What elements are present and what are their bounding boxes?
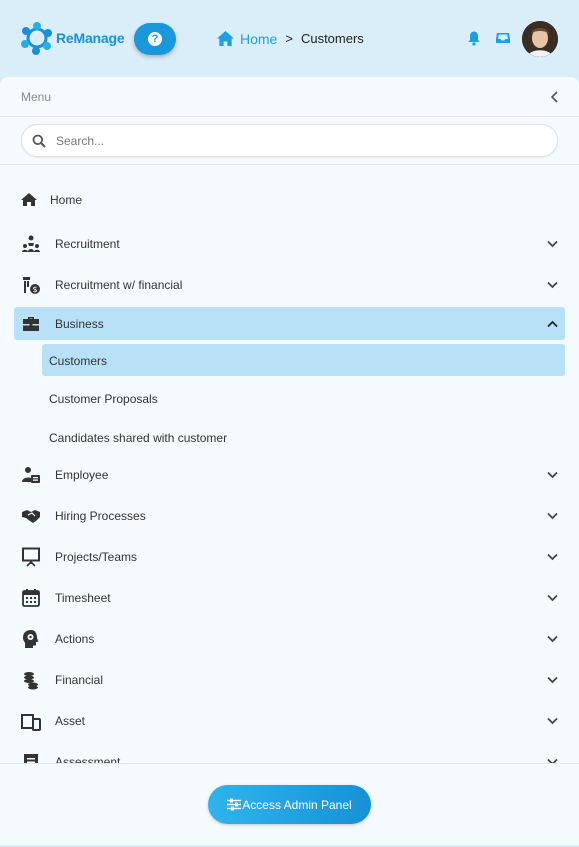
devices-icon	[21, 714, 41, 731]
chevron-down-icon	[547, 676, 558, 684]
sidebar-item-hiring-processes[interactable]: Hiring Processes	[0, 499, 579, 532]
sidebar-item-label: Actions	[55, 632, 95, 646]
presentation-icon	[22, 547, 40, 567]
sidebar-item-label: Hiring Processes	[55, 509, 146, 523]
coins-icon	[24, 672, 38, 690]
search-icon	[32, 134, 46, 148]
user-avatar[interactable]	[522, 21, 558, 57]
sidebar-item-actions[interactable]: Actions	[0, 622, 579, 655]
divider	[0, 763, 579, 764]
chevron-down-icon	[547, 717, 558, 725]
sidebar-item-recruitment-financial[interactable]: $ Recruitment w/ financial	[0, 268, 579, 301]
breadcrumb: Home > Customers	[216, 30, 364, 47]
sidebar-item-assessment[interactable]: Assessment	[0, 745, 579, 763]
sidebar-subitem-candidates-shared[interactable]: Candidates shared with customer	[42, 421, 565, 453]
avatar-image	[522, 21, 558, 57]
sidebar-item-label: Employee	[55, 468, 109, 482]
logo-text: ReManage	[56, 30, 125, 46]
sidebar-item-label: Assessment	[55, 755, 121, 763]
chevron-down-icon	[547, 635, 558, 643]
sidebar-item-label: Asset	[55, 714, 86, 728]
breadcrumb-separator: >	[285, 31, 293, 46]
chevron-down-icon	[547, 512, 558, 520]
search-input[interactable]	[56, 125, 546, 156]
chevron-down-icon	[547, 471, 558, 479]
menu-title: Menu	[21, 90, 52, 104]
employee-icon	[22, 467, 40, 483]
home-icon	[21, 193, 37, 206]
chevron-down-icon	[547, 594, 558, 602]
sidebar-subitem-customers[interactable]: Customers	[42, 344, 565, 376]
sidebar-subitem-label: Customers	[49, 354, 108, 368]
sidebar-subitem-label: Customer Proposals	[49, 392, 158, 406]
help-icon: ?	[148, 32, 162, 46]
search-box	[21, 124, 558, 157]
menu-header: Menu	[0, 77, 579, 117]
svg-text:$: $	[32, 285, 37, 294]
sidebar-item-business[interactable]: Business	[14, 307, 565, 340]
sidebar-item-label: Recruitment	[55, 237, 120, 251]
help-button[interactable]: ?	[134, 23, 176, 55]
sidebar-item-label: Projects/Teams	[55, 550, 138, 564]
inbox-icon[interactable]	[495, 30, 511, 46]
recruitment-financial-icon: $	[23, 277, 40, 294]
menu-list: Home Recruitment $ Recruitment w/ financ…	[0, 165, 579, 763]
sidebar-panel: Menu Home Recruit	[0, 77, 579, 845]
sidebar-subitem-label: Candidates shared with customer	[49, 431, 228, 445]
recruitment-icon	[22, 235, 40, 252]
breadcrumb-current: Customers	[300, 31, 364, 46]
assessment-icon	[24, 754, 38, 763]
chevron-down-icon	[547, 240, 558, 248]
chevron-left-icon[interactable]	[550, 91, 560, 103]
sidebar-item-label: Timesheet	[55, 591, 111, 605]
chevron-down-icon	[547, 553, 558, 561]
bell-icon[interactable]	[466, 30, 482, 46]
briefcase-icon	[23, 317, 39, 331]
sidebar-subitem-customer-proposals[interactable]: Customer Proposals	[42, 382, 565, 414]
breadcrumb-home-link[interactable]: Home	[240, 31, 277, 47]
sidebar-item-timesheet[interactable]: Timesheet	[0, 581, 579, 614]
sidebar-item-financial[interactable]: Financial	[0, 663, 579, 696]
sidebar-item-recruitment[interactable]: Recruitment	[0, 227, 579, 260]
sidebar-item-asset[interactable]: Asset	[0, 704, 579, 737]
sidebar-item-label: Financial	[55, 673, 104, 687]
access-admin-panel-label: Access Admin Panel	[242, 797, 352, 812]
sidebar-item-label: Home	[50, 193, 83, 207]
sliders-icon	[227, 798, 242, 811]
chevron-down-icon	[547, 281, 558, 289]
sidebar-item-projects-teams[interactable]: Projects/Teams	[0, 540, 579, 573]
sidebar-item-label: Business	[55, 317, 104, 331]
sidebar-item-home[interactable]: Home	[0, 183, 579, 216]
top-header: ReManage ? Home > Customers	[0, 0, 579, 77]
logo-icon	[21, 22, 52, 55]
logo[interactable]: ReManage	[20, 21, 125, 55]
sidebar-item-label: Recruitment w/ financial	[55, 278, 183, 292]
sidebar-item-employee[interactable]: Employee	[0, 458, 579, 491]
chevron-up-icon	[547, 320, 558, 328]
access-admin-panel-button[interactable]: Access Admin Panel	[208, 785, 371, 824]
handshake-icon	[22, 510, 40, 523]
calendar-icon	[22, 589, 40, 607]
home-icon	[217, 30, 234, 47]
head-gear-icon	[23, 630, 39, 648]
